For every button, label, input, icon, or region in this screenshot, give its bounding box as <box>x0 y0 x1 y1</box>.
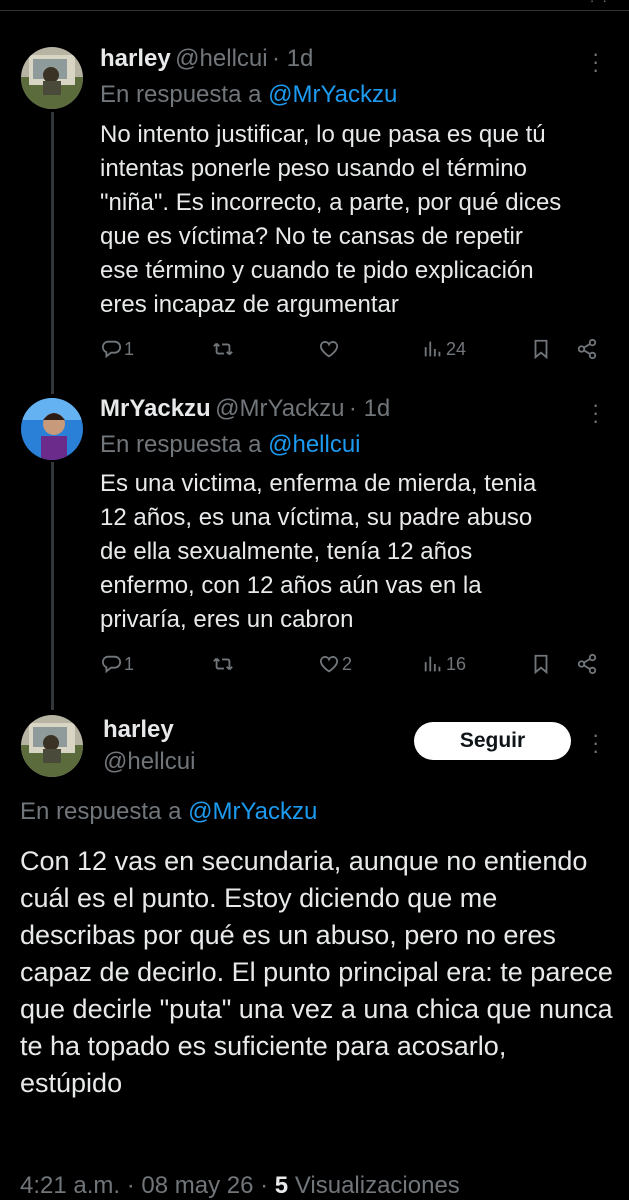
tweet-actions: 1 2 16 <box>100 653 605 683</box>
share-icon <box>577 338 597 360</box>
reply-mention[interactable]: @MrYackzu <box>268 81 397 108</box>
views-label: Visualizaciones <box>294 1172 460 1199</box>
author-name[interactable]: MrYackzu <box>100 395 211 422</box>
bookmark-button[interactable] <box>530 653 552 675</box>
share-icon <box>577 653 597 675</box>
share-button[interactable] <box>576 338 598 360</box>
more-icon[interactable]: · · · <box>592 394 599 432</box>
like-icon <box>319 656 339 673</box>
views-count: 16 <box>446 653 467 674</box>
views-button[interactable]: 16 <box>422 653 466 675</box>
reply-prefix: En respuesta a <box>100 81 262 108</box>
like-button[interactable]: 2 <box>318 653 352 675</box>
follow-button[interactable]: Seguir <box>414 722 571 760</box>
views-button[interactable]: 24 <box>422 338 466 360</box>
tweet-text: Con 12 vas en secundaria, aunque no enti… <box>20 846 613 1098</box>
like-icon <box>319 341 339 358</box>
more-icon[interactable]: · · · <box>592 724 599 762</box>
tweet-text: No intento justificar, lo que pasa es qu… <box>100 121 562 318</box>
reply-context: En respuesta a @hellcui <box>100 431 361 459</box>
retweet-button[interactable] <box>212 338 234 360</box>
avatar[interactable] <box>21 715 83 777</box>
tweet-actions: 1 24 <box>100 338 605 368</box>
views-count: 24 <box>446 338 467 359</box>
reply-count: 1 <box>124 653 135 674</box>
reply-prefix: En respuesta a <box>100 431 262 458</box>
author-name[interactable]: harley <box>103 716 174 744</box>
views-icon <box>424 341 441 357</box>
reply-count: 1 <box>124 338 135 359</box>
bookmark-button[interactable] <box>530 338 552 360</box>
reply-prefix: En respuesta a <box>20 798 182 825</box>
tweet-time[interactable]: 1d <box>364 395 391 422</box>
tweet-metadata: 4:21 a.m. · 08 may 26 · 5 Visualizacione… <box>20 1172 460 1200</box>
tweet[interactable]: harley @hellcui · 1d · · · En respuesta a … <box>0 0 629 395</box>
tweet[interactable]: MrYackzu @MrYackzu · 1d · · · En respuesta… <box>0 394 629 695</box>
tweet-timestamp[interactable]: 4:21 a.m. · 08 may 26 · <box>20 1172 275 1199</box>
reply-icon <box>101 655 121 674</box>
author-handle[interactable]: @MrYackzu <box>215 395 344 422</box>
reply-button[interactable]: 1 <box>100 338 134 360</box>
separator: · <box>348 395 364 422</box>
retweet-icon <box>213 342 233 356</box>
views-icon <box>424 656 441 672</box>
tweet-time[interactable]: 1d <box>287 45 314 72</box>
retweet-button[interactable] <box>212 653 234 675</box>
tweet-text: Es una victima, enferma de mierda, tenia… <box>100 470 537 633</box>
reply-context: En respuesta a @MrYackzu <box>20 798 317 826</box>
share-button[interactable] <box>576 653 598 675</box>
like-button[interactable] <box>318 338 340 360</box>
reply-mention[interactable]: @MrYackzu <box>188 798 317 825</box>
author-name[interactable]: harley <box>100 45 171 72</box>
bookmark-icon <box>534 339 548 360</box>
like-count: 2 <box>342 653 353 674</box>
reply-button[interactable]: 1 <box>100 653 134 675</box>
bookmark-icon <box>534 654 548 675</box>
reply-mention[interactable]: @hellcui <box>268 431 360 458</box>
reply-icon <box>101 340 121 359</box>
avatar[interactable] <box>21 47 83 109</box>
avatar[interactable] <box>21 398 83 460</box>
views-count: 5 <box>274 1172 289 1199</box>
author-handle[interactable]: @hellcui <box>103 748 195 776</box>
separator: · <box>272 45 287 72</box>
more-icon[interactable]: · · · <box>592 43 599 81</box>
author-handle[interactable]: @hellcui <box>175 45 267 72</box>
reply-context: En respuesta a @MrYackzu <box>100 81 397 109</box>
retweet-icon <box>213 657 233 671</box>
